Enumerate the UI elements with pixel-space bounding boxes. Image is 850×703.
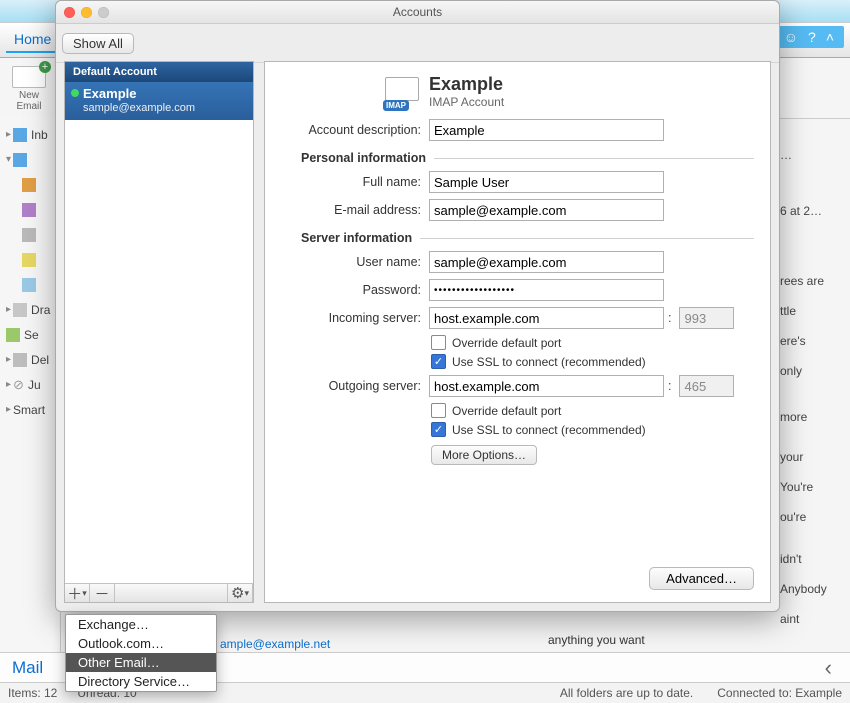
menu-other-email[interactable]: Other Email… [66,653,216,672]
folder-drafts[interactable]: ▸Dra [0,297,60,322]
outgoing-label: Outgoing server: [281,379,429,393]
bg-text: rees are [780,266,827,296]
status-sync: All folders are up to date. [560,686,693,700]
account-item-email: sample@example.com [83,101,245,114]
description-input[interactable] [429,119,664,141]
menu-exchange[interactable]: Exchange… [66,615,216,634]
account-type-label: IMAP Account [429,95,504,109]
description-label: Account description: [281,123,429,137]
folder-list: ▸Inb ▾ ▸Dra Se ▸Del ▸⊘Ju ▸Smart [0,118,61,659]
account-options-button[interactable]: ⚙︎▾ [227,584,253,602]
folder-group[interactable]: ▾ [0,147,60,172]
folder-junk[interactable]: ▸⊘Ju [0,372,60,397]
outgoing-ssl-checkbox[interactable] [431,422,446,437]
status-connection: Connected to: Example [717,686,842,700]
incoming-port-input[interactable] [679,307,734,329]
folder-item[interactable] [0,197,60,222]
outgoing-override-checkbox[interactable] [431,403,446,418]
folder-smart[interactable]: ▸Smart [0,397,60,422]
accounts-window: Accounts Show All Default Account Exampl… [55,0,780,612]
nav-mail[interactable]: Mail [12,658,43,678]
folder-item[interactable] [0,272,60,297]
bg-text: ttle [780,296,827,326]
personal-section-label: Personal information [301,151,434,165]
new-email-label: NewEmail [4,90,54,112]
menu-directory-service[interactable]: Directory Service… [66,672,216,691]
incoming-ssl-label: Use SSL to connect (recommended) [452,355,646,369]
bg-text: aint [780,604,827,634]
window-title: Accounts [56,5,779,19]
account-list: Default Account Example sample@example.c… [64,61,254,603]
nav-more-icon[interactable]: ‹ [825,655,832,681]
bg-text: more [780,402,827,432]
menu-outlook[interactable]: Outlook.com… [66,634,216,653]
folder-deleted[interactable]: ▸Del [0,347,60,372]
more-options-button[interactable]: More Options… [431,445,537,465]
default-account-label: Default Account [65,62,253,82]
bg-text: anything you want [548,633,645,647]
advanced-button[interactable]: Advanced… [649,567,754,590]
status-dot-icon [71,89,79,97]
imap-account-icon: IMAP [385,77,419,107]
bg-text: Anybody [780,574,827,604]
fullname-label: Full name: [281,175,429,189]
outgoing-override-label: Override default port [452,404,561,418]
folder-item[interactable] [0,247,60,272]
add-account-menu: Exchange… Outlook.com… Other Email… Dire… [65,614,217,692]
outgoing-port-input[interactable] [679,375,734,397]
bg-text: You're [780,472,827,502]
show-all-button[interactable]: Show All [62,33,134,54]
password-label: Password: [281,283,429,297]
incoming-label: Incoming server: [281,311,429,325]
outgoing-input[interactable] [429,375,664,397]
email-input[interactable] [429,199,664,221]
bg-text: only [780,356,827,386]
bg-text: 6 at 2… [780,196,827,226]
envelope-icon [12,66,46,88]
folder-inbox[interactable]: ▸Inb [0,122,60,147]
fullname-input[interactable] [429,171,664,193]
outgoing-ssl-label: Use SSL to connect (recommended) [452,423,646,437]
bg-email-link[interactable]: ample@example.net [220,637,330,651]
incoming-override-label: Override default port [452,336,561,350]
tab-home[interactable]: Home [6,27,59,53]
account-item-example[interactable]: Example sample@example.com [65,82,253,120]
account-item-name: Example [83,86,245,101]
help-icon[interactable]: ? [808,29,816,45]
new-email-button[interactable]: NewEmail [4,64,54,112]
server-section-label: Server information [301,231,420,245]
status-items: Items: 12 [8,686,57,700]
folder-item[interactable] [0,172,60,197]
bg-text: ou're [780,502,827,532]
bg-text: idn't [780,544,827,574]
smiley-icon[interactable]: ☺︎ [784,29,798,45]
username-input[interactable] [429,251,664,273]
overflow-label: … [780,140,827,170]
password-input[interactable] [429,279,664,301]
folder-sent[interactable]: Se [0,322,60,347]
add-account-button[interactable]: ＋▾ [65,584,90,602]
account-settings-panel: IMAP Example IMAP Account Account descri… [264,61,771,603]
collapse-icon[interactable]: ˄ [826,29,834,45]
incoming-ssl-checkbox[interactable] [431,354,446,369]
folder-item[interactable] [0,222,60,247]
account-title: Example [429,74,504,95]
incoming-input[interactable] [429,307,664,329]
bg-text: your [780,442,827,472]
username-label: User name: [281,255,429,269]
incoming-override-checkbox[interactable] [431,335,446,350]
email-label: E-mail address: [281,203,429,217]
bg-text: ere's [780,326,827,356]
remove-account-button[interactable]: － [90,584,115,602]
